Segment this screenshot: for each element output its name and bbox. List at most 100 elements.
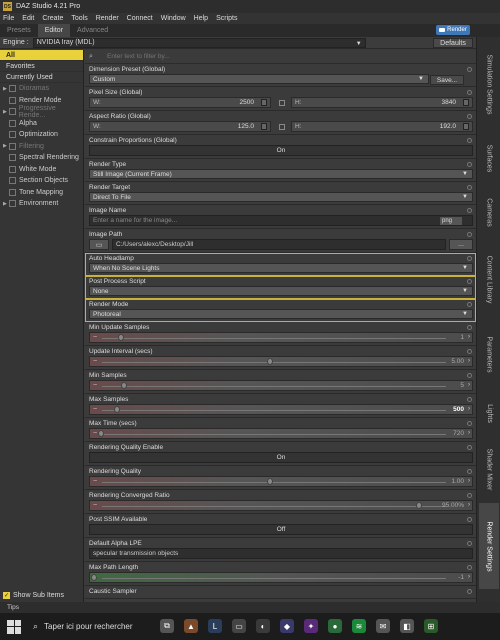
filter-input[interactable] (107, 51, 337, 62)
spinner-icon[interactable] (463, 123, 469, 130)
slider-knob[interactable] (90, 574, 97, 581)
options-dot-icon[interactable] (467, 469, 472, 474)
checkbox-icon[interactable] (9, 119, 16, 127)
dimension-preset-select[interactable]: Custom ▼ (89, 74, 429, 84)
tips-tab[interactable]: Tips (7, 604, 19, 611)
options-dot-icon[interactable] (467, 421, 472, 426)
options-dot-icon[interactable] (467, 349, 472, 354)
pixel-height-field[interactable]: H: 3840 (291, 97, 473, 108)
options-dot-icon[interactable] (467, 138, 472, 143)
menu-scripts[interactable]: Scripts (216, 15, 237, 22)
options-dot-icon[interactable] (467, 302, 472, 307)
update-interval-slider[interactable]: − 5.00 › (89, 356, 473, 367)
max-time-slider[interactable]: − 720 › (89, 428, 473, 439)
mail-icon[interactable]: ✉ (376, 619, 390, 633)
constrain-toggle[interactable]: On (89, 145, 473, 156)
lightroom-icon[interactable]: L (208, 619, 222, 633)
search-icon[interactable]: ⌕ (89, 53, 99, 61)
menu-render[interactable]: Render (96, 15, 119, 22)
menu-file[interactable]: File (3, 15, 14, 22)
slider-knob[interactable] (266, 358, 273, 365)
plus-icon[interactable]: › (468, 478, 470, 484)
menu-create[interactable]: Create (42, 15, 63, 22)
options-dot-icon[interactable] (467, 565, 472, 570)
tab-cameras[interactable]: Cameras (479, 187, 499, 237)
task-view-icon[interactable]: ⧉ (160, 619, 174, 633)
render-button[interactable]: Render (436, 25, 470, 35)
options-dot-icon[interactable] (467, 373, 472, 378)
engine-select[interactable]: NVIDIA Iray (MDL) ▼ (32, 37, 366, 48)
taskbar-search[interactable]: ⌕ Taper ici pour rechercher (33, 621, 133, 632)
app-icon[interactable]: ⊞ (424, 619, 438, 633)
max-samples-slider[interactable]: − 500 › (89, 404, 473, 415)
options-dot-icon[interactable] (467, 232, 472, 237)
options-dot-icon[interactable] (467, 445, 472, 450)
tab-parameters[interactable]: Parameters (479, 322, 499, 386)
sidebar-section-item[interactable]: Section Objects (0, 175, 83, 187)
plus-icon[interactable]: › (468, 406, 470, 412)
minus-icon[interactable]: − (93, 406, 97, 413)
image-path-input[interactable]: C:/Users/alexc/Desktop/Jill (112, 239, 446, 250)
link-icon[interactable] (279, 99, 285, 106)
alpha-lpe-input[interactable]: specular transmission objects (89, 548, 473, 559)
aspect-height-field[interactable]: H: 192.0 (291, 121, 473, 132)
sidebar-section-item[interactable]: ▶ Environment (0, 198, 83, 210)
checkbox-icon[interactable] (9, 142, 16, 150)
spinner-icon[interactable] (261, 99, 267, 106)
sidebar-section-item[interactable]: White Mode (0, 164, 83, 176)
min-samples-slider[interactable]: − 5 › (89, 380, 473, 391)
options-dot-icon[interactable] (467, 208, 472, 213)
options-dot-icon[interactable] (467, 67, 472, 72)
sidebar-section-item[interactable]: ▶ Filtering (0, 141, 83, 153)
sidebar-item-currently-used[interactable]: Currently Used (0, 72, 83, 83)
options-dot-icon[interactable] (467, 114, 472, 119)
options-dot-icon[interactable] (467, 162, 472, 167)
menu-window[interactable]: Window (161, 15, 186, 22)
checkbox-icon[interactable] (8, 108, 16, 116)
options-dot-icon[interactable] (467, 493, 472, 498)
minus-icon[interactable]: − (93, 430, 97, 437)
minus-icon[interactable]: − (93, 334, 97, 341)
minus-icon[interactable]: − (93, 358, 97, 365)
tab-surfaces[interactable]: Surfaces (479, 133, 499, 183)
spinner-icon[interactable] (463, 99, 469, 106)
slider-knob[interactable] (98, 430, 105, 437)
menu-help[interactable]: Help (194, 15, 208, 22)
slider-knob[interactable] (415, 502, 422, 509)
plus-icon[interactable]: › (468, 502, 470, 508)
tab-content-library[interactable]: Content Library (479, 242, 499, 317)
photos-icon[interactable]: ◧ (400, 619, 414, 633)
options-dot-icon[interactable] (467, 279, 472, 284)
tab-lights[interactable]: Lights (479, 391, 499, 436)
tab-advanced[interactable]: Advanced (70, 24, 115, 37)
tab-render-settings[interactable]: Render Settings (479, 503, 499, 589)
sidebar-section-item[interactable]: Tone Mapping (0, 187, 83, 199)
edge-browser-icon[interactable]: ◐ (256, 619, 270, 633)
plus-icon[interactable]: › (468, 358, 470, 364)
minus-icon[interactable]: − (93, 502, 97, 509)
messenger-icon[interactable]: ✦ (304, 619, 318, 633)
options-dot-icon[interactable] (467, 397, 472, 402)
plus-icon[interactable]: › (468, 574, 470, 580)
checkbox-icon[interactable] (9, 200, 16, 208)
tab-simulation-settings[interactable]: Simulation Settings (479, 41, 499, 127)
aspect-width-field[interactable]: W: 125.0 (89, 121, 271, 132)
max-path-length-slider[interactable]: − -1 › (89, 572, 473, 583)
sidebar-section-item[interactable]: Alpha (0, 118, 83, 130)
slider-knob[interactable] (121, 382, 128, 389)
image-name-input[interactable]: Enter a name for the image... png (89, 215, 473, 226)
show-sub-items-checkbox[interactable]: ✓ Show Sub Items (3, 592, 64, 599)
image-format-select[interactable]: png (440, 217, 462, 225)
sidebar-item-all[interactable]: All (0, 50, 83, 61)
rendering-quality-slider[interactable]: − 1.00 › (89, 476, 473, 487)
sidebar-section-item[interactable]: ▶ Progressive Rende... (0, 105, 83, 119)
slider-knob[interactable] (113, 406, 120, 413)
windows-start-icon[interactable] (7, 619, 21, 634)
sidebar-section-item[interactable]: Optimization (0, 129, 83, 141)
auto-headlamp-select[interactable]: When No Scene Lights ▼ (89, 263, 473, 273)
render-mode-select[interactable]: Photoreal ▼ (89, 309, 473, 319)
options-dot-icon[interactable] (467, 325, 472, 330)
sidebar-section-item[interactable]: ▶ Dioramas (0, 83, 83, 95)
checkbox-icon[interactable] (9, 96, 16, 104)
defaults-button[interactable]: Defaults (433, 38, 473, 48)
